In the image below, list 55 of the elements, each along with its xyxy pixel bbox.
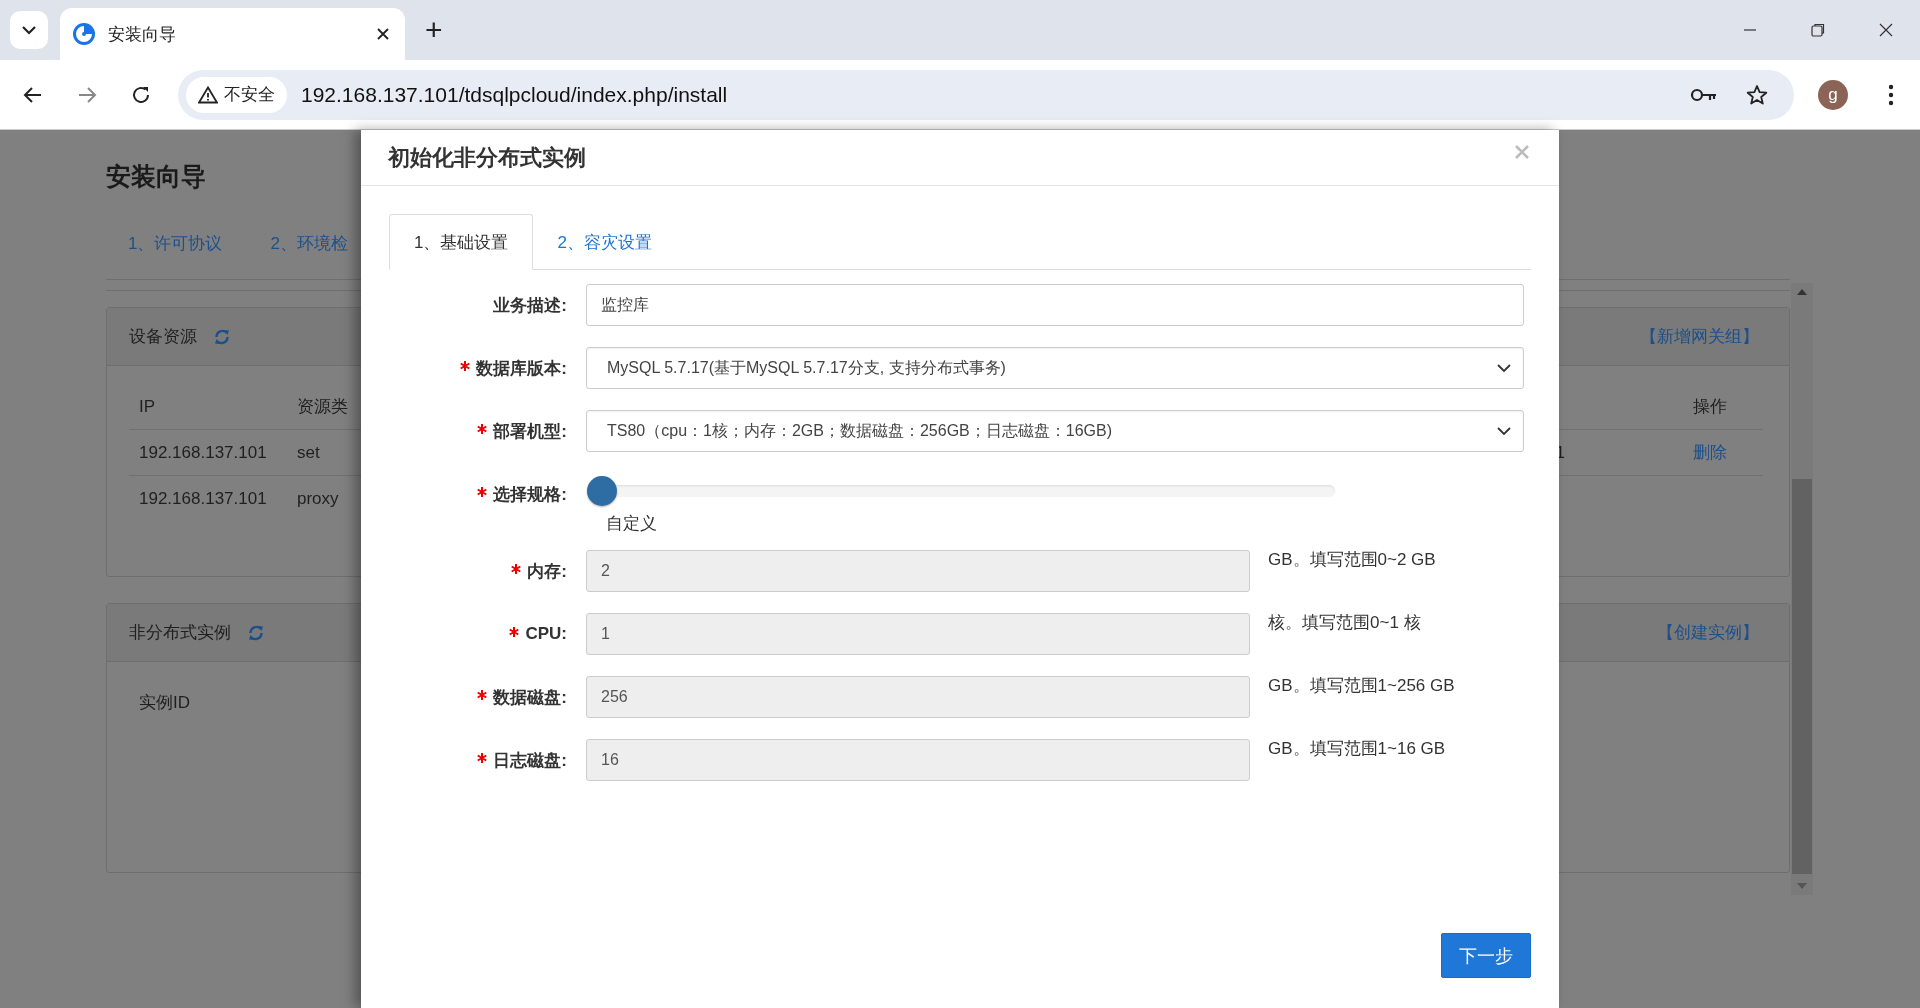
column-header: 资源类: [297, 396, 349, 418]
field-label: 选择规格:: [493, 483, 567, 506]
panel-title: 设备资源: [129, 326, 197, 348]
tab[interactable]: 2、容灾设置: [533, 214, 676, 270]
field-label: 数据库版本:: [476, 357, 567, 380]
dropdown[interactable]: MySQL 5.7.17(基于MySQL 5.7.17分支, 支持分布式事务): [586, 347, 1524, 389]
profile-avatar[interactable]: g: [1818, 79, 1848, 110]
tab[interactable]: 1、基础设置: [389, 214, 534, 270]
chevron-icon: [1497, 426, 1511, 436]
table-cell-text: proxy: [297, 488, 340, 509]
scroll-up-icon[interactable]: [1796, 288, 1808, 296]
slider-label: 自定义: [606, 513, 658, 535]
field-hint: 核。填写范围0~1 核: [1268, 612, 1421, 634]
dropdown[interactable]: TS80（cpu：1核；内存：2GB；数据磁盘：256GB；日志磁盘：16GB): [586, 410, 1524, 452]
field-label: 部署机型:: [493, 420, 567, 443]
slider-thumb[interactable]: [587, 476, 617, 506]
slider-track[interactable]: [587, 476, 1335, 506]
restore-icon[interactable]: [1810, 22, 1826, 38]
chevron-icon: [1497, 363, 1511, 373]
star-icon[interactable]: [1746, 83, 1768, 106]
table-cell-text: set: [297, 442, 321, 463]
column-header: 实例ID: [139, 692, 191, 714]
url-text: 192.168.137.101/tdsqlpcloud/index.php/install: [301, 82, 728, 107]
field-hint: GB。填写范围0~2 GB: [1268, 549, 1436, 571]
browser-tab[interactable]: 安装向导: [60, 8, 405, 60]
column-header: IP: [139, 396, 157, 417]
warning-icon: [198, 85, 218, 104]
scroll-thumb[interactable]: [1792, 479, 1812, 874]
close-icon[interactable]: [1878, 22, 1894, 38]
table-cell-text: 192.168.137.101: [139, 442, 268, 463]
next-button[interactable]: 下一步: [1441, 933, 1531, 978]
dialog-title: 初始化非分布式实例: [388, 143, 586, 172]
site-icon: [72, 22, 96, 46]
input-field[interactable]: 监控库: [586, 284, 1524, 326]
column-header: 操作: [1693, 396, 1728, 418]
field-label: 内存:: [527, 560, 567, 583]
field-label: 日志磁盘:: [493, 749, 567, 772]
security-chip[interactable]: 不安全: [186, 76, 287, 113]
field-hint: GB。填写范围1~16 GB: [1268, 738, 1446, 760]
field-label: CPU:: [525, 624, 567, 644]
page-title: 安装向导: [106, 161, 207, 192]
security-label: 不安全: [224, 84, 275, 106]
panel-title: 非分布式实例: [129, 622, 231, 644]
table-cell-text: 192.168.137.101: [139, 488, 268, 509]
tab-list-button[interactable]: [10, 11, 48, 49]
menu-icon[interactable]: [1888, 83, 1894, 106]
close-icon[interactable]: [375, 26, 391, 42]
field-hint: GB。填写范围1~256 GB: [1268, 675, 1455, 697]
key-icon[interactable]: [1690, 86, 1718, 103]
scrollbar[interactable]: [1791, 283, 1813, 895]
field-label: 数据磁盘:: [493, 686, 567, 709]
address-bar[interactable]: 不安全 192.168.137.101/tdsqlpcloud/index.php/install: [178, 69, 1794, 120]
tab-title: 安装向导: [108, 23, 177, 46]
new-tab-button[interactable]: +: [425, 15, 443, 45]
field-label: 业务描述:: [493, 294, 567, 317]
